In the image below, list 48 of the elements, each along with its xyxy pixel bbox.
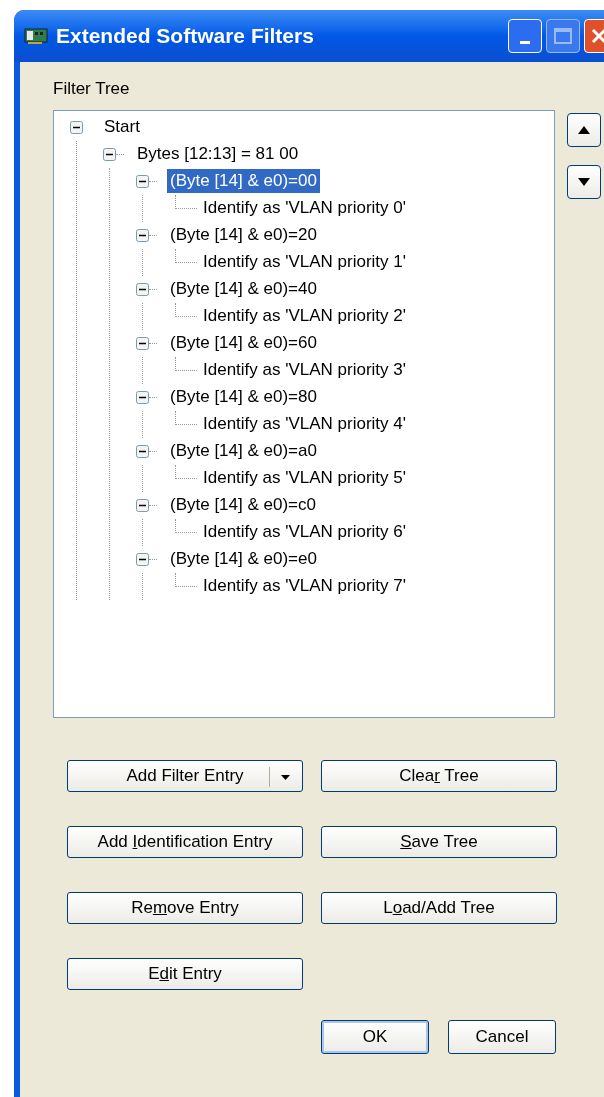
action-button[interactable]: Clear Tree: [321, 759, 557, 792]
caret-icon: [281, 774, 290, 780]
tree-item[interactable]: Identify as 'VLAN priority 1': [200, 250, 410, 274]
tree-item[interactable]: (Byte [14] & e0)=20: [167, 223, 320, 247]
window-title: Extended Software Filters: [56, 23, 314, 50]
collapse-icon[interactable]: [136, 552, 149, 566]
tree-item[interactable]: Identify as 'VLAN priority 4': [200, 412, 410, 436]
collapse-icon[interactable]: [70, 120, 83, 134]
ok-button[interactable]: OK: [321, 1019, 429, 1054]
down-arrow-icon: [578, 177, 590, 186]
action-button[interactable]: Add Identification Entry: [67, 825, 303, 858]
tree-item[interactable]: Identify as 'VLAN priority 6': [200, 520, 410, 544]
collapse-icon[interactable]: [136, 444, 149, 458]
tree-item[interactable]: (Byte [14] & e0)=00: [167, 169, 320, 193]
tree-item[interactable]: Identify as 'VLAN priority 3': [200, 358, 410, 382]
add-filter-dropdown-button[interactable]: Add Filter Entry: [67, 759, 303, 792]
action-button[interactable]: Save Tree: [321, 825, 557, 858]
collapse-icon[interactable]: [136, 390, 149, 404]
minimize-button[interactable]: [508, 19, 542, 53]
tree-item[interactable]: Identify as 'VLAN priority 7': [200, 574, 410, 598]
up-arrow-icon: [578, 125, 590, 134]
collapse-icon[interactable]: [136, 336, 149, 350]
collapse-icon[interactable]: [136, 282, 149, 296]
close-icon: [590, 27, 604, 45]
tree-item[interactable]: (Byte [14] & e0)=80: [167, 385, 320, 409]
tree-item[interactable]: Identify as 'VLAN priority 5': [200, 466, 410, 490]
tree-item[interactable]: Bytes [12:13] = 81 00: [134, 142, 302, 166]
move-down-button[interactable]: [567, 164, 601, 199]
tree-item[interactable]: (Byte [14] & e0)=60: [167, 331, 320, 355]
filter-tree[interactable]: [53, 109, 555, 718]
network-card-icon: [24, 27, 48, 45]
collapse-icon[interactable]: [103, 147, 116, 161]
cancel-button[interactable]: Cancel: [448, 1019, 556, 1054]
tree-item[interactable]: Identify as 'VLAN priority 0': [200, 196, 410, 220]
tree-item[interactable]: (Byte [14] & e0)=c0: [167, 493, 319, 517]
action-button[interactable]: Load/Add Tree: [321, 891, 557, 924]
action-button[interactable]: Edit Entry: [67, 957, 303, 990]
tree-item[interactable]: (Byte [14] & e0)=e0: [167, 547, 320, 571]
action-button[interactable]: Remove Entry: [67, 891, 303, 924]
tree-item[interactable]: (Byte [14] & e0)=a0: [167, 439, 320, 463]
move-up-button[interactable]: [567, 112, 601, 147]
tree-item[interactable]: Start: [101, 115, 143, 139]
group-label: Filter Tree: [53, 78, 131, 100]
collapse-icon[interactable]: [136, 498, 149, 512]
collapse-icon[interactable]: [136, 228, 149, 242]
tree-item[interactable]: Identify as 'VLAN priority 2': [200, 304, 410, 328]
tree-item[interactable]: (Byte [14] & e0)=40: [167, 277, 320, 301]
collapse-icon[interactable]: [136, 174, 149, 188]
